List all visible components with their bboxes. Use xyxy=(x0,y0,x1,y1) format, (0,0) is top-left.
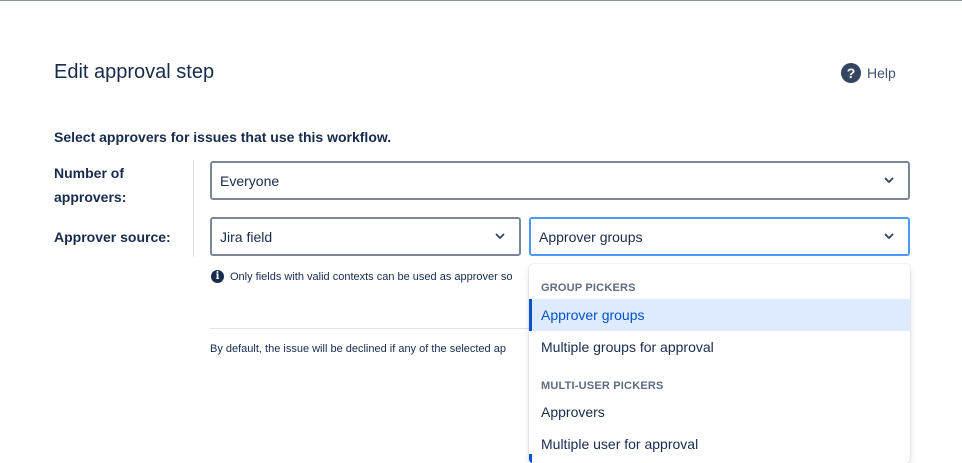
chevron-down-icon xyxy=(884,177,894,183)
info-message: i Only fields with valid contexts can be… xyxy=(211,270,531,283)
chevron-down-icon xyxy=(884,233,894,239)
info-text: Only fields with valid contexts can be u… xyxy=(230,270,513,283)
number-of-approvers-label: Number of approvers: xyxy=(54,161,126,209)
top-border xyxy=(0,0,962,1)
option-approver-groups[interactable]: Approver groups xyxy=(529,299,910,331)
section-divider xyxy=(210,328,530,329)
number-of-approvers-select[interactable]: Everyone xyxy=(210,161,910,200)
help-label: Help xyxy=(867,65,896,81)
page-title: Edit approval step xyxy=(54,61,215,83)
help-button[interactable]: ? Help xyxy=(841,63,896,83)
option-approvers[interactable]: Approvers xyxy=(529,396,910,428)
approver-field-dropdown-menu: GROUP PICKERS Approver groups Multiple g… xyxy=(529,264,910,463)
number-label-line2: approvers: xyxy=(54,189,127,205)
chevron-down-icon xyxy=(495,233,505,239)
footer-text: By default, the issue will be declined i… xyxy=(210,343,506,355)
info-icon: i xyxy=(211,270,224,283)
question-circle-icon: ? xyxy=(841,63,861,83)
option-multiple-groups-for-approval[interactable]: Multiple groups for approval xyxy=(529,331,910,363)
next-option-indicator xyxy=(529,454,532,463)
approver-source-label: Approver source: xyxy=(54,229,171,245)
intro-text: Select approvers for issues that use thi… xyxy=(54,129,392,145)
number-of-approvers-value: Everyone xyxy=(220,172,280,189)
approver-field-select[interactable]: Approver groups xyxy=(529,217,910,256)
option-multiple-user-for-approval[interactable]: Multiple user for approval xyxy=(529,428,910,460)
approver-source-value: Jira field xyxy=(220,228,273,245)
label-divider xyxy=(193,160,194,257)
group-title-multi-user-pickers: MULTI-USER PICKERS xyxy=(541,380,664,392)
approver-source-select[interactable]: Jira field xyxy=(210,217,521,256)
group-title-group-pickers: GROUP PICKERS xyxy=(541,282,636,294)
number-label-line1: Number of xyxy=(54,165,124,181)
approver-field-value: Approver groups xyxy=(539,228,643,245)
